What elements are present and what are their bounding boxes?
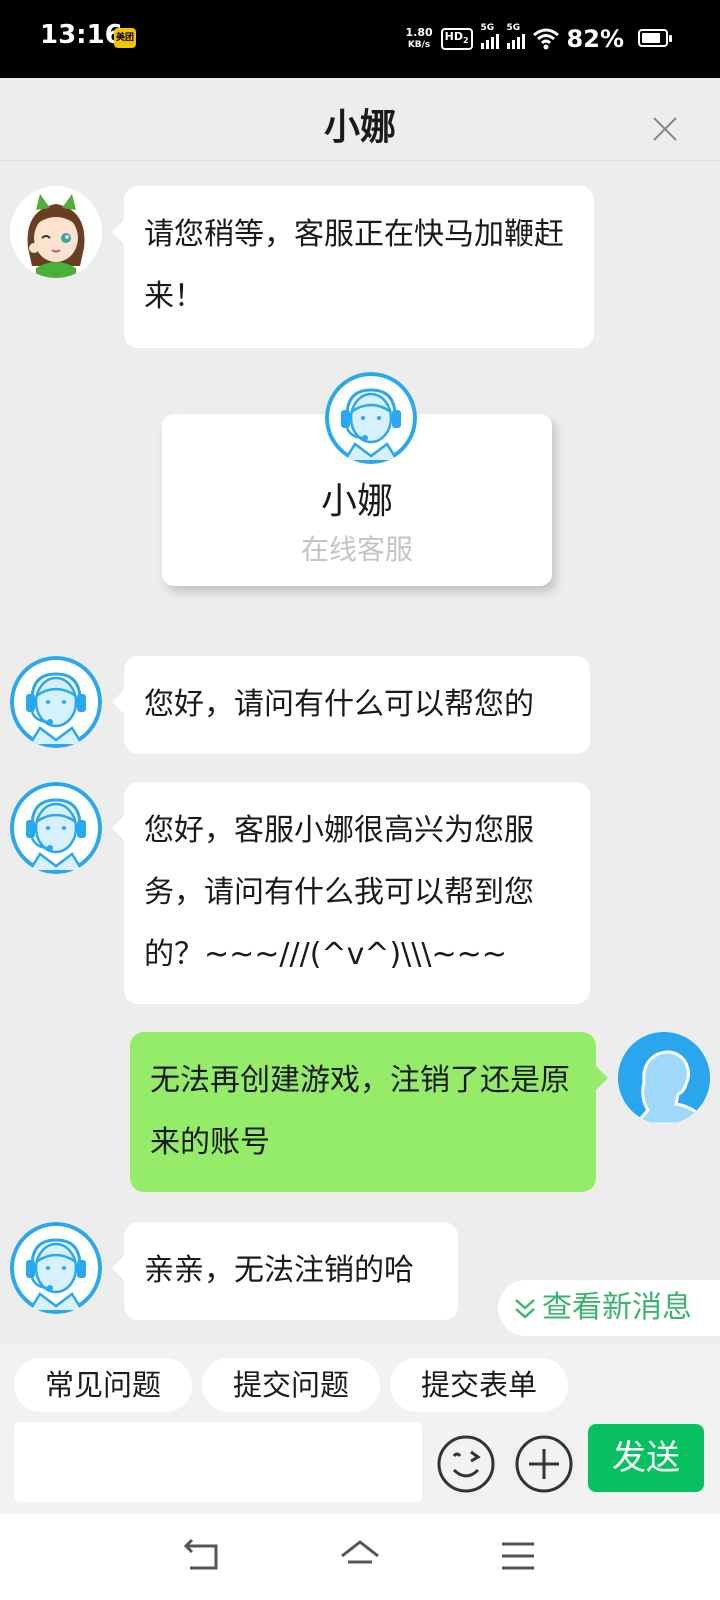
battery-icon xyxy=(638,29,672,47)
message-input[interactable] xyxy=(14,1422,422,1502)
menu-icon[interactable] xyxy=(496,1536,540,1576)
message-bubble: 亲亲，无法注销的哈 xyxy=(112,1222,458,1320)
message-bubble: 您好，客服小娜很高兴为您服务，请问有什么我可以帮到您的？~~~///(^v^)\… xyxy=(112,782,590,1004)
plus-icon[interactable] xyxy=(514,1434,574,1494)
page-title: 小娜 xyxy=(323,107,396,148)
user-avatar[interactable] xyxy=(618,1032,710,1124)
message-bubble: 请您稍等，客服正在快马加鞭赶来！ xyxy=(112,186,594,348)
meituan-notification-icon: 美团 xyxy=(114,28,136,48)
home-icon[interactable] xyxy=(338,1536,382,1576)
quick-reply-submit-question[interactable]: 提交问题 xyxy=(202,1358,380,1412)
hd-voice-icon: HD2 xyxy=(440,27,473,51)
agent-avatar xyxy=(325,372,417,464)
status-time: 13:16 xyxy=(40,20,123,50)
agent-avatar[interactable] xyxy=(10,782,102,874)
input-panel: 常见问题 提交问题 提交表单 发送 xyxy=(0,1344,720,1514)
close-icon[interactable] xyxy=(650,114,680,144)
system-nav-bar xyxy=(0,1514,720,1600)
quick-reply-submit-form[interactable]: 提交表单 xyxy=(390,1358,568,1412)
emoji-icon[interactable] xyxy=(436,1434,496,1494)
message-bubble-user: 无法再创建游戏，注销了还是原来的账号 xyxy=(130,1032,608,1192)
signal-strength-icon: 5G xyxy=(506,23,525,49)
network-speed: 1.80 KB/s xyxy=(405,26,433,51)
agent-avatar[interactable] xyxy=(10,656,102,748)
status-bar: 13:16 美团 1.80 KB/s HD2 5G 5G 82% xyxy=(0,0,720,78)
chevron-down-icon xyxy=(515,1298,535,1319)
agent-role: 在线客服 xyxy=(300,533,413,566)
signal-strength-icon: 5G xyxy=(480,23,499,49)
send-button[interactable]: 发送 xyxy=(588,1424,704,1492)
agent-avatar[interactable] xyxy=(10,1222,102,1314)
message-bubble: 您好，请问有什么可以帮您的 xyxy=(112,656,590,754)
quick-reply-faq[interactable]: 常见问题 xyxy=(14,1358,192,1412)
bot-avatar[interactable] xyxy=(10,186,102,278)
battery-percent: 82% xyxy=(566,25,624,53)
wifi-icon xyxy=(532,28,559,50)
chat-header: 小娜 xyxy=(0,78,720,161)
agent-name: 小娜 xyxy=(320,481,393,522)
view-new-messages-button[interactable]: 查看新消息 xyxy=(498,1280,720,1336)
back-icon[interactable] xyxy=(180,1536,224,1576)
